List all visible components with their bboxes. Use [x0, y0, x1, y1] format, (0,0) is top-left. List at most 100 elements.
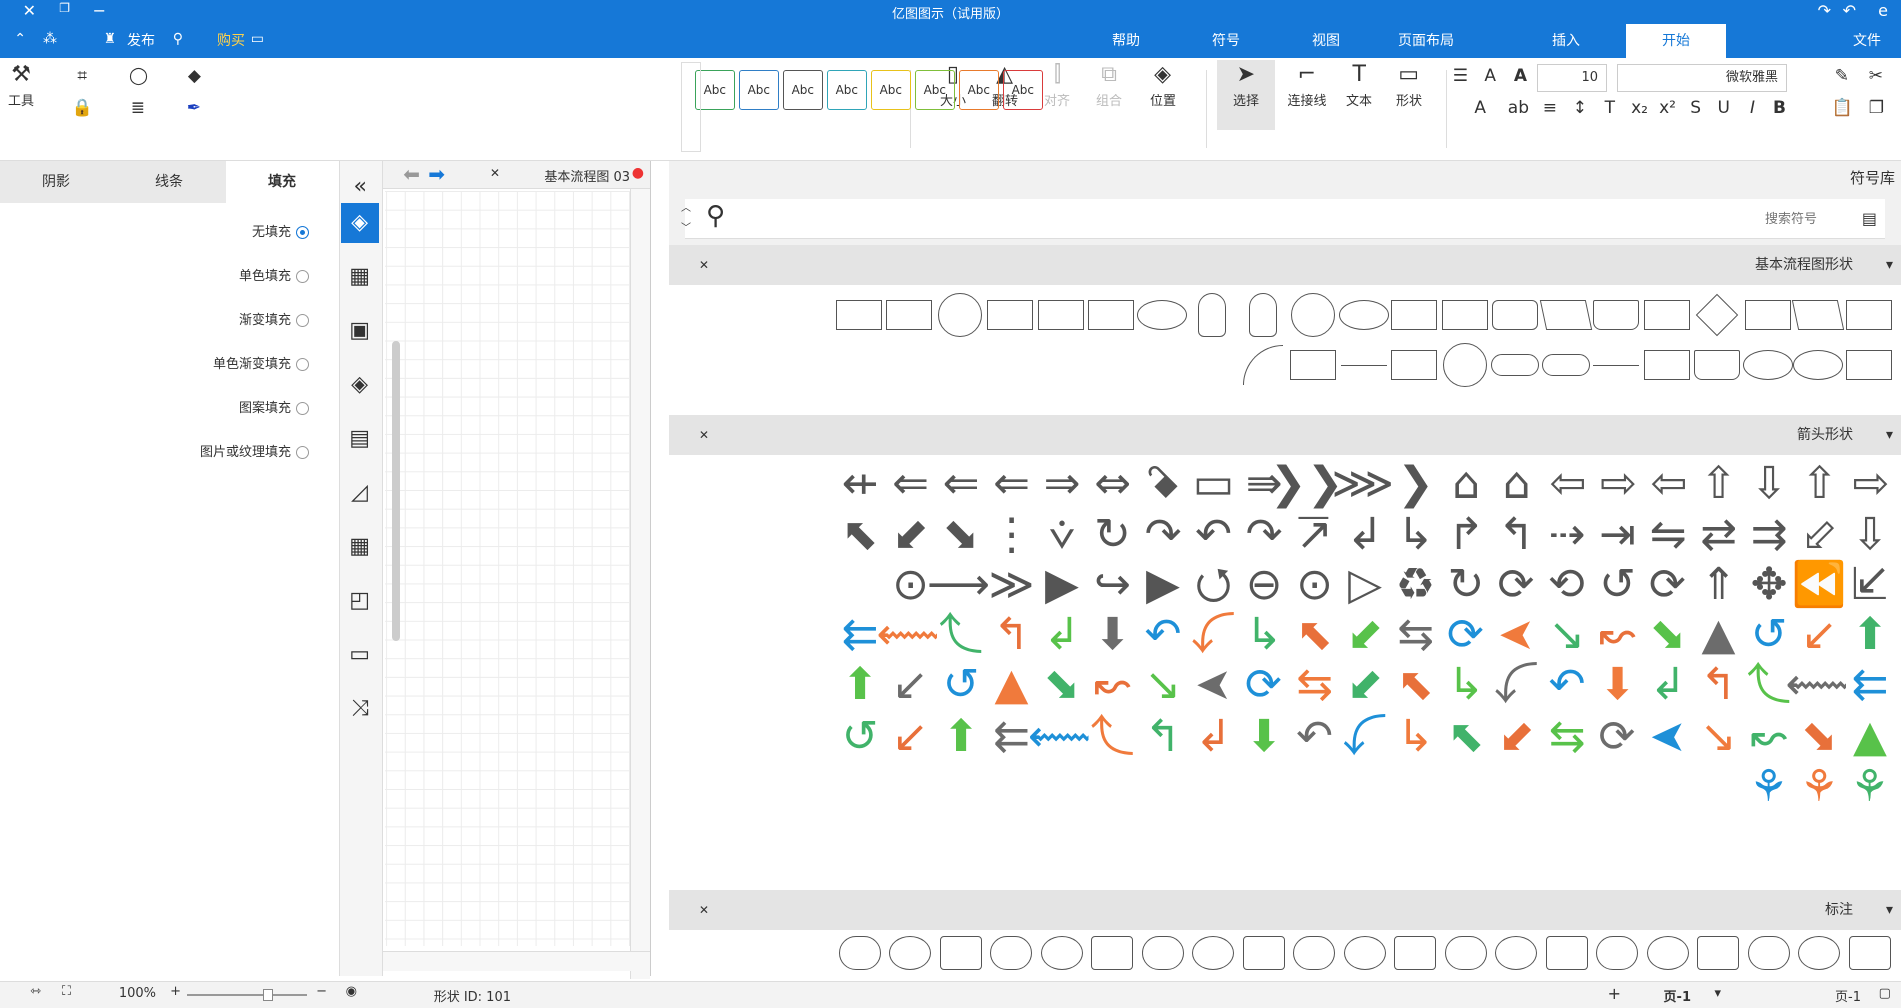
page-list-icon[interactable]: ▢: [1879, 986, 1891, 1001]
arrow-shape[interactable]: ↸: [1286, 509, 1344, 560]
text-button[interactable]: T 文本: [1337, 60, 1381, 109]
arrow-shape[interactable]: ⟲: [1639, 559, 1697, 610]
style-swatch[interactable]: Abc: [1003, 70, 1043, 110]
shadow-icon[interactable]: ◯: [127, 66, 149, 86]
style-swatch[interactable]: Abc: [915, 70, 955, 110]
flowchart-shape[interactable]: [1038, 300, 1084, 330]
arrow-shape[interactable]: ⟲: [1437, 609, 1495, 660]
font-size-select[interactable]: 10: [1537, 64, 1607, 92]
arrow-shape[interactable]: ↻: [1740, 609, 1798, 660]
close-tab-icon[interactable]: ✕: [490, 166, 500, 180]
flowchart-shape[interactable]: [1443, 343, 1487, 387]
arrow-shape[interactable]: ↰: [1437, 509, 1495, 560]
arrow-shape[interactable]: ▲: [983, 659, 1041, 710]
arrow-shape[interactable]: ꗃ: [1134, 458, 1192, 509]
arrow-shape[interactable]: ↷: [1185, 509, 1243, 560]
canvas-scrollbar[interactable]: [392, 341, 400, 641]
arrow-shape[interactable]: ⇩: [1740, 458, 1798, 509]
flowchart-shape[interactable]: [1442, 300, 1488, 330]
nav-forward-icon[interactable]: ➡: [403, 162, 420, 186]
tab-line[interactable]: 线条: [113, 161, 226, 203]
menu-insert[interactable]: 插入: [1526, 24, 1606, 58]
callout-shape[interactable]: [1091, 936, 1134, 970]
section-header-callouts[interactable]: ▾ 标注 ✕: [669, 890, 1901, 930]
arrow-shape[interactable]: ⇸: [831, 458, 889, 509]
page-grid[interactable]: [385, 191, 630, 946]
arrow-shape[interactable]: ↙: [1538, 609, 1596, 660]
arrow-shape[interactable]: ↙: [1690, 711, 1748, 762]
tab-shadow[interactable]: 阴影: [0, 161, 113, 203]
arrow-shape[interactable]: ⇧: [1690, 458, 1748, 509]
fit-page-icon[interactable]: ⛶: [62, 984, 71, 999]
arrow-shape[interactable]: ◀: [1033, 559, 1091, 610]
flowchart-shape[interactable]: [1491, 354, 1540, 376]
callout-shape[interactable]: [990, 936, 1033, 970]
callout-shape[interactable]: [1546, 936, 1588, 970]
arrow-shape[interactable]: ⟲: [1488, 559, 1546, 610]
flowchart-shape[interactable]: [1745, 300, 1791, 330]
cut-icon[interactable]: ✂: [1865, 66, 1887, 86]
zoom-in-icon[interactable]: +: [170, 984, 181, 999]
arrow-shape[interactable]: ⇄: [1538, 711, 1596, 762]
superscript-icon[interactable]: x²: [1657, 98, 1679, 118]
arrow-shape[interactable]: ↱: [1488, 509, 1546, 560]
close-section-icon[interactable]: ✕: [699, 245, 709, 285]
arrow-shape[interactable]: ⚘: [1740, 761, 1798, 812]
flowchart-shape[interactable]: [1249, 293, 1277, 337]
arrow-shape[interactable]: ✥: [1740, 559, 1798, 610]
arrow-shape[interactable]: ⬊: [1488, 711, 1546, 762]
arrow-shape[interactable]: ➤: [1639, 711, 1697, 762]
group-button[interactable]: ⧉ 组合: [1085, 60, 1133, 109]
arrow-shape[interactable]: ◀: [1134, 559, 1192, 610]
font-name-select[interactable]: 微软雅黑: [1617, 64, 1787, 92]
arrow-shape[interactable]: ⟲: [1589, 711, 1647, 762]
arrow-shape[interactable]: ↶: [1235, 509, 1293, 560]
callout-shape[interactable]: [1647, 936, 1689, 970]
radio-icon[interactable]: [296, 226, 309, 239]
callout-shape[interactable]: [1748, 936, 1790, 970]
menu-help[interactable]: 帮助: [1076, 24, 1176, 58]
arrow-shape[interactable]: ⬊: [1336, 659, 1394, 710]
fill-option[interactable]: 无填充: [252, 221, 309, 240]
scroll-down-icon[interactable]: ﹀: [681, 219, 691, 234]
radio-icon[interactable]: [296, 402, 309, 415]
quick-access-icon[interactable]: ↶: [1837, 1, 1861, 20]
arrow-shape[interactable]: ⬈: [1387, 659, 1445, 710]
color-palette[interactable]: [382, 951, 650, 971]
menu-view[interactable]: 视图: [1276, 24, 1376, 58]
style-swatch[interactable]: Abc: [739, 70, 779, 110]
arrow-shape[interactable]: ⇨: [1639, 458, 1697, 509]
arrow-shape[interactable]: ↲: [1387, 711, 1445, 762]
arrow-shape[interactable]: ⊙: [1286, 559, 1344, 610]
fit-width-icon[interactable]: ⇿: [30, 984, 41, 999]
style-swatch[interactable]: Abc: [783, 70, 823, 110]
arrow-shape[interactable]: ♻: [1387, 559, 1445, 610]
line-style-icon[interactable]: ≣: [127, 98, 149, 118]
callout-shape[interactable]: [940, 936, 982, 970]
arrow-shape[interactable]: ⇉: [831, 609, 889, 660]
arrow-shape[interactable]: ⬆: [831, 659, 889, 710]
arrow-shape[interactable]: ↙: [1134, 659, 1192, 710]
share-icon[interactable]: ⚲: [167, 31, 189, 47]
arrow-shape[interactable]: ⬈: [1286, 609, 1344, 660]
callout-shape[interactable]: [1596, 936, 1639, 970]
arrow-shape[interactable]: ⬆: [932, 711, 990, 762]
apps-icon[interactable]: ⁂: [39, 31, 61, 47]
arrow-shape[interactable]: ↝: [1589, 609, 1647, 660]
arrow-shape[interactable]: ⟵: [927, 559, 990, 610]
table-panel-icon[interactable]: ▦: [341, 527, 379, 567]
arrow-shape[interactable]: ⬇: [1084, 609, 1142, 660]
tools-button[interactable]: ⚒ 工具: [3, 60, 39, 109]
flowchart-shape[interactable]: [1291, 293, 1336, 337]
grow-font-icon[interactable]: A: [1509, 66, 1531, 86]
arrow-shape[interactable]: ⇒: [983, 458, 1041, 509]
collapse-ribbon-icon[interactable]: ⌃: [9, 31, 31, 47]
style-swatch[interactable]: Abc: [827, 70, 867, 110]
fill-panel-icon[interactable]: ◈: [341, 203, 379, 243]
arrow-shape[interactable]: ↱: [983, 609, 1041, 660]
publish-link[interactable]: 发布: [121, 24, 161, 58]
callout-shape[interactable]: [1293, 936, 1336, 970]
flowchart-shape[interactable]: [1593, 365, 1640, 366]
minimize-icon[interactable]: −: [87, 1, 111, 20]
search-input[interactable]: [1765, 205, 1845, 231]
